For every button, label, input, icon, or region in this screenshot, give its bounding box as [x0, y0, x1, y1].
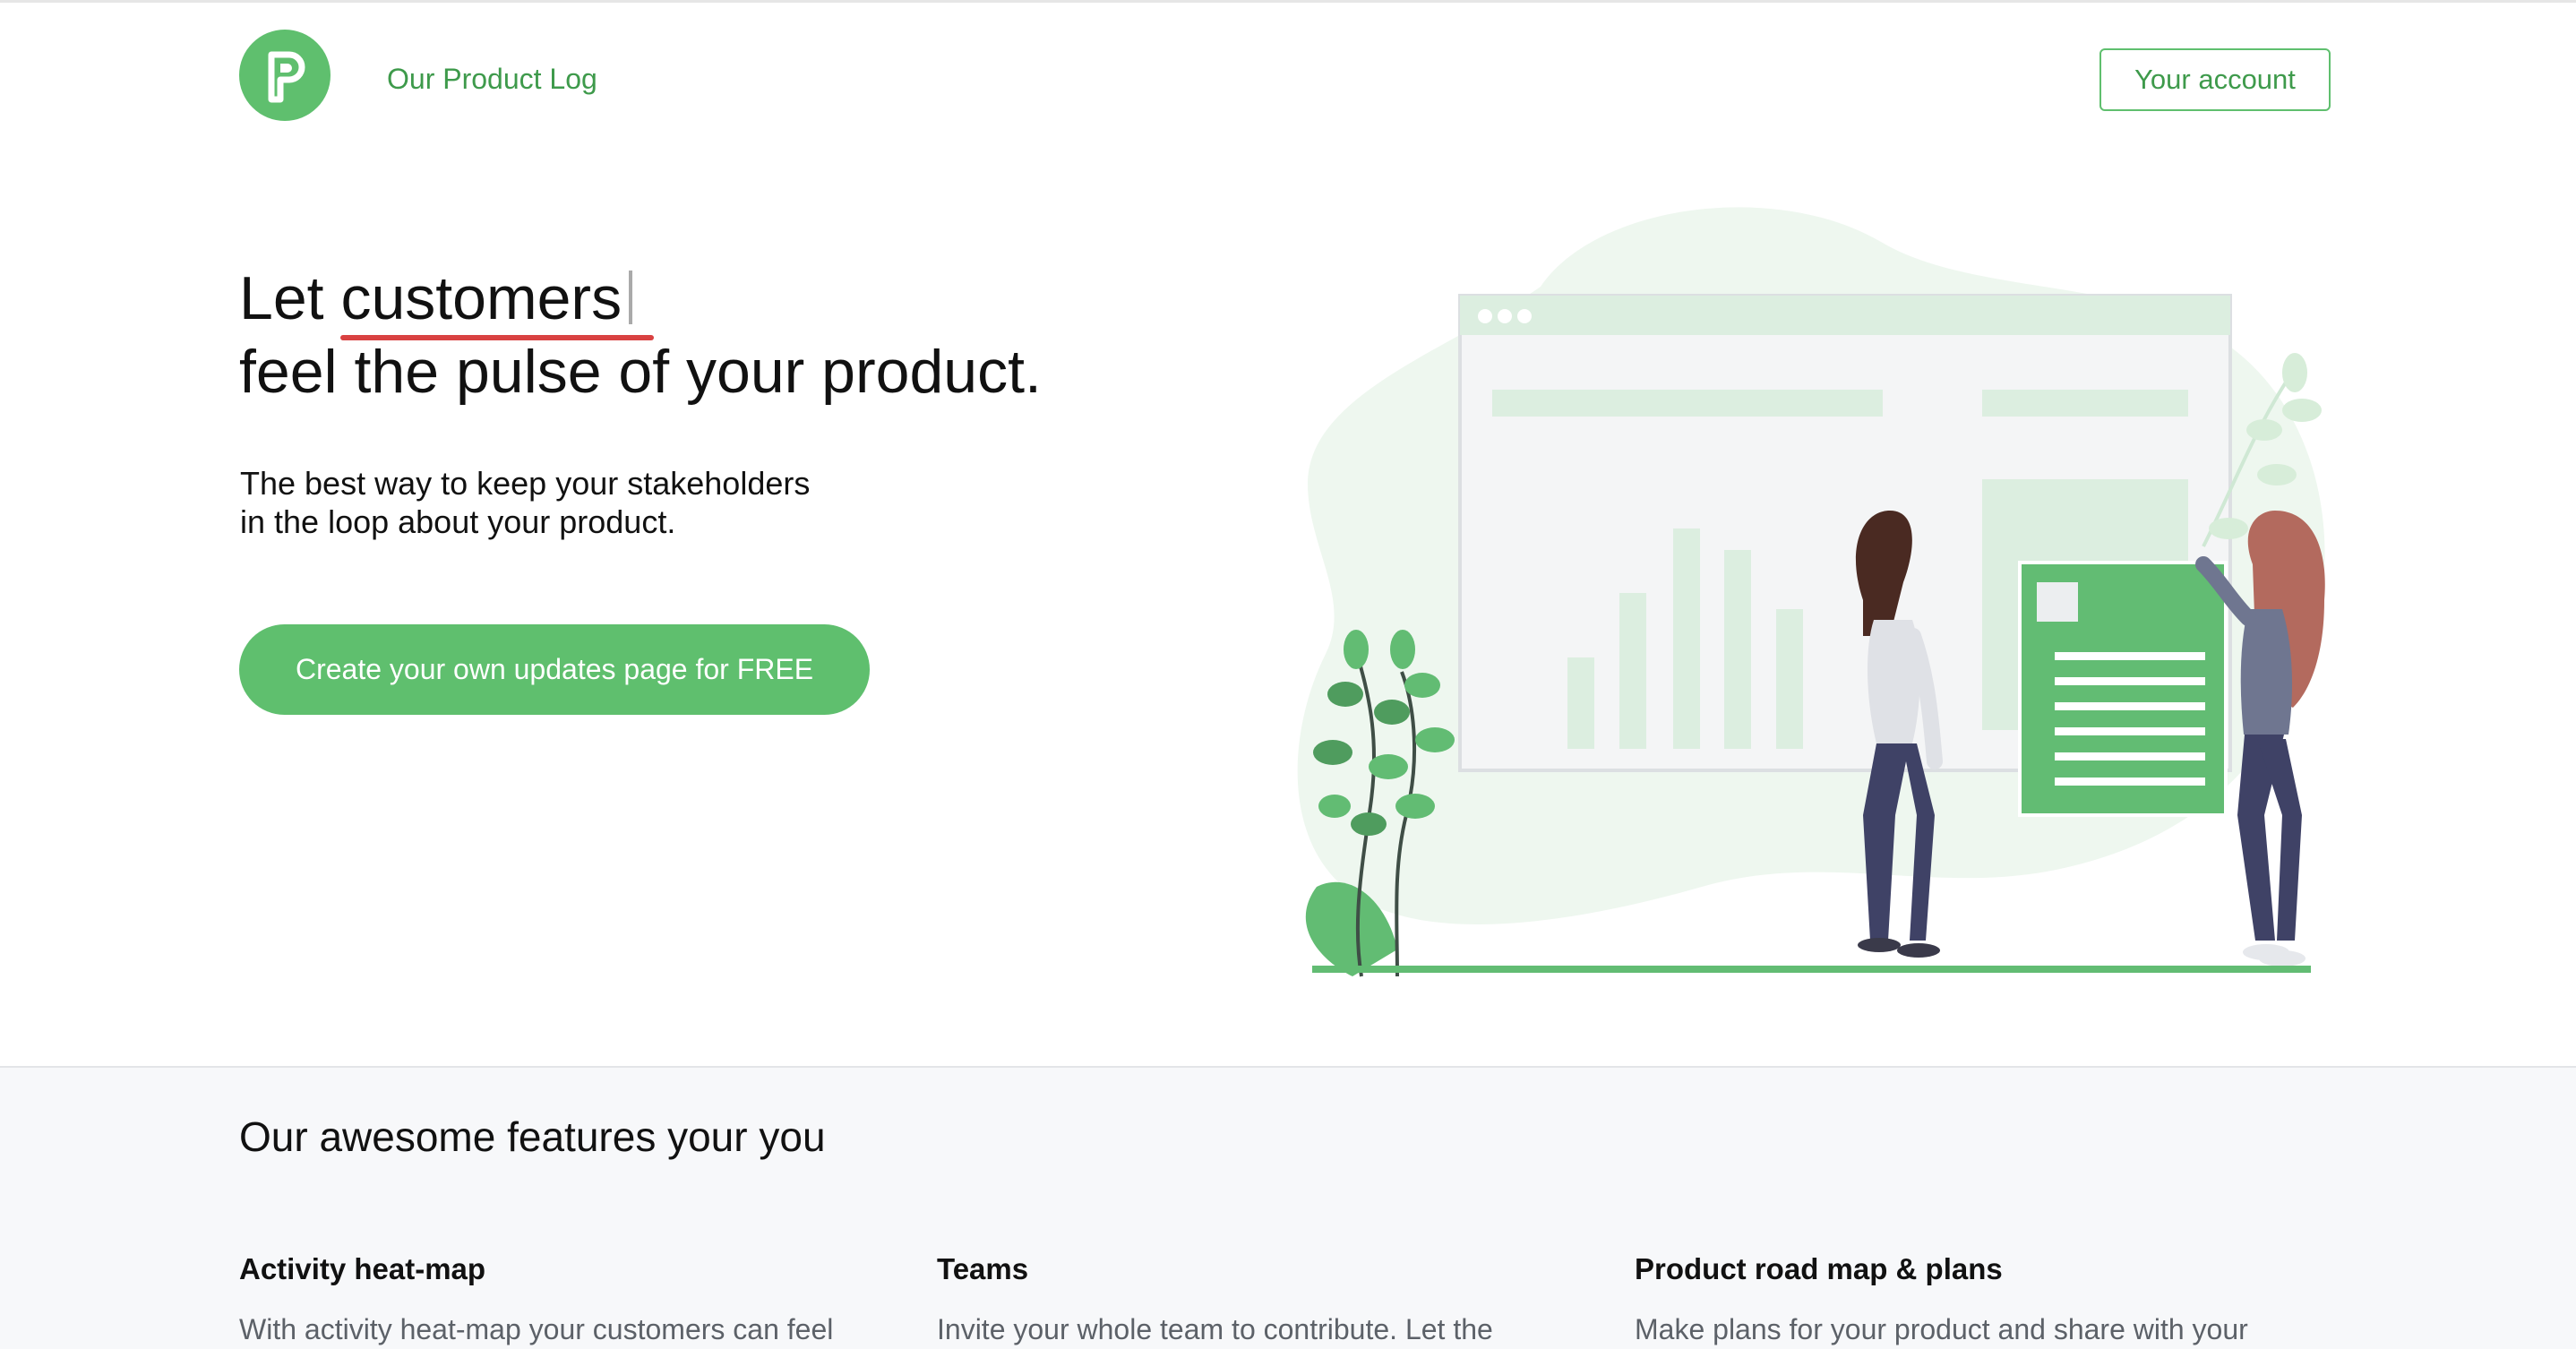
- hero-title-highlight: customers: [340, 264, 623, 332]
- create-page-cta-button[interactable]: Create your own updates page for FREE: [239, 624, 870, 715]
- feature-description: Make plans for your product and share wi…: [1635, 1313, 2248, 1345]
- hero-title-prefix: Let: [239, 264, 324, 332]
- feature-description: With activity heat-map your customers ca…: [239, 1313, 834, 1345]
- features-title: Our awesome features your you: [239, 1113, 826, 1160]
- hero-illustration: [1272, 188, 2383, 985]
- top-border: [0, 0, 2576, 3]
- brand-link[interactable]: Our Product Log: [387, 63, 597, 96]
- feature-title: Teams: [937, 1252, 1029, 1285]
- feature-description: Invite your whole team to contribute. Le…: [937, 1313, 1493, 1345]
- feature-title: Activity heat-map: [239, 1252, 486, 1285]
- feature-teams: Teams Invite your whole team to contribu…: [937, 1252, 1600, 1346]
- feature-product-road-map: Product road map & plans Make plans for …: [1635, 1252, 2297, 1346]
- hero-subtitle-line1: The best way to keep your stakeholders: [240, 465, 811, 502]
- hero-subtitle-line2: in the loop about your product.: [240, 503, 676, 540]
- hero-title-line1: Let customers: [239, 262, 655, 340]
- typing-caret: [629, 271, 633, 324]
- your-account-button[interactable]: Your account: [2099, 48, 2331, 111]
- feature-activity-heat-map: Activity heat-map With activity heat-map…: [239, 1252, 902, 1346]
- hero-subtitle: The best way to keep your stakeholders i…: [240, 464, 957, 541]
- feature-title: Product road map & plans: [1635, 1252, 2003, 1285]
- hero-title-highlight-word: customers: [340, 262, 655, 340]
- features-section: Our awesome features your you Activity h…: [0, 1066, 2576, 1349]
- hero-title-line2: feel the pulse of your product.: [239, 338, 1042, 406]
- logo-icon[interactable]: [239, 30, 331, 121]
